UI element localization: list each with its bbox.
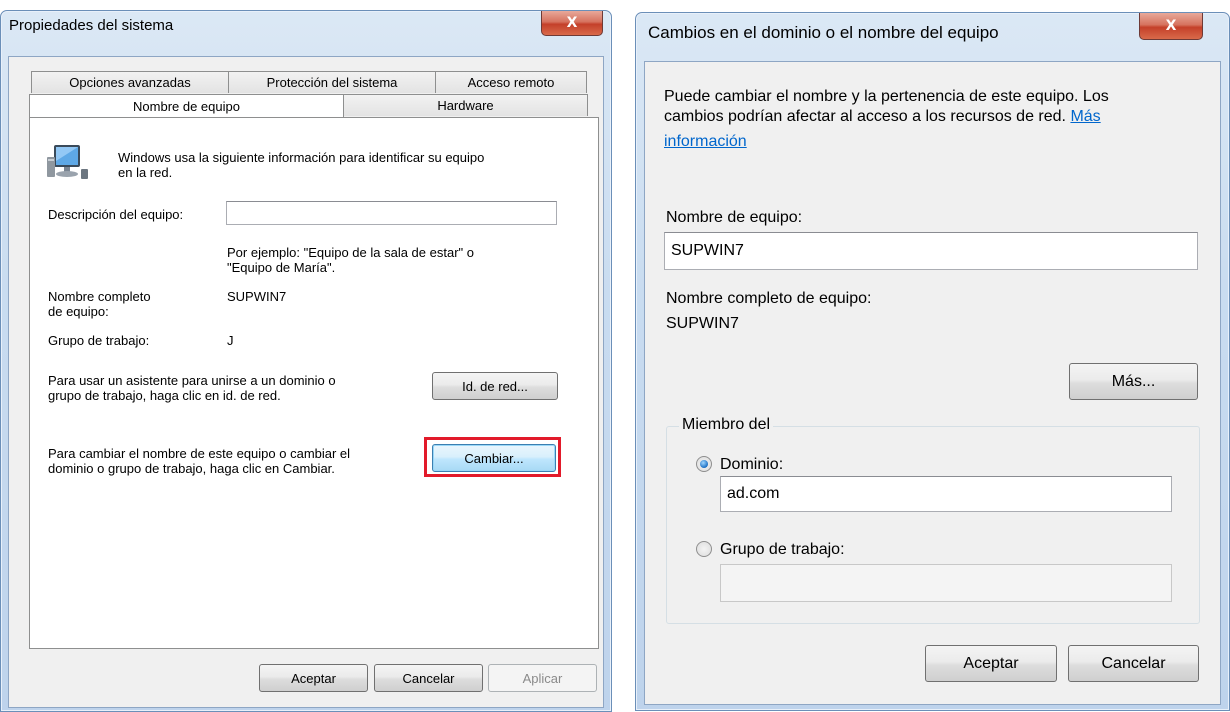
domain-radio-label[interactable]: Dominio:: [720, 455, 783, 474]
right-intro-line2: cambios podrían afectar al acceso a los …: [664, 107, 1101, 126]
apply-button-label: Aplicar: [522, 670, 563, 686]
workgroup-radio-label[interactable]: Grupo de trabajo:: [720, 540, 845, 559]
ok-button[interactable]: Aceptar: [259, 664, 368, 692]
tab-system-protection[interactable]: Protección del sistema: [228, 71, 436, 93]
close-icon: X: [566, 15, 578, 31]
tab-system-protection-label: Protección del sistema: [266, 75, 398, 90]
fullname-label-line2: de equipo:: [48, 304, 109, 319]
more-info-link-part1[interactable]: Más: [1070, 108, 1100, 125]
more-button[interactable]: Más...: [1069, 363, 1198, 400]
right-intro-line1: Puede cambiar el nombre y la pertenencia…: [664, 88, 1109, 105]
change-text-line2: dominio o grupo de trabajo, haga clic en…: [48, 461, 335, 476]
fullname-value: SUPWIN7: [227, 289, 287, 304]
full-name-label: Nombre completo de equipo:: [666, 290, 872, 307]
close-icon: X: [1165, 18, 1177, 34]
tab-computer-name-label: Nombre de equipo: [133, 98, 240, 114]
network-id-button[interactable]: Id. de red...: [432, 372, 558, 400]
network-id-button-label: Id. de red...: [462, 378, 528, 394]
change-name-close-button[interactable]: X: [1139, 13, 1203, 40]
change-text-line1: Para cambiar el nombre de este equipo o …: [48, 446, 351, 461]
computer-network-icon: [47, 145, 88, 179]
tab-remote-access-label: Acceso remoto: [467, 75, 555, 90]
computer-name-label: Nombre de equipo:: [666, 209, 803, 226]
more-button-label: Más...: [1111, 372, 1156, 390]
network-id-text-line1: Para usar un asistente para unirse a un …: [48, 373, 336, 388]
tab-advanced-options-label: Opciones avanzadas: [69, 75, 191, 90]
computer-name-input-value: SUPWIN7: [671, 242, 744, 259]
tab-hardware-label: Hardware: [437, 98, 494, 113]
change-name-titlebar[interactable]: Cambios en el dominio o el nombre del eq…: [636, 13, 1229, 43]
system-properties-titlebar[interactable]: Propiedades del sistema X: [1, 11, 611, 41]
system-properties-close-button[interactable]: X: [541, 11, 603, 36]
intro-text-line1: Windows usa la siguiente información par…: [118, 150, 485, 165]
tab-hardware[interactable]: Hardware: [343, 94, 588, 116]
domain-radio[interactable]: [696, 456, 712, 472]
fullname-label-line1: Nombre completo: [48, 289, 151, 304]
system-properties-title: Propiedades del sistema: [9, 17, 174, 34]
domain-input-value: ad.com: [727, 485, 780, 502]
domain-input[interactable]: ad.com: [720, 476, 1172, 512]
right-ok-button[interactable]: Aceptar: [925, 645, 1057, 682]
computer-name-input[interactable]: SUPWIN7: [664, 232, 1198, 270]
ok-button-label: Aceptar: [291, 670, 336, 686]
domain-radio-selected-dot: [700, 460, 708, 468]
tab-advanced-options[interactable]: Opciones avanzadas: [31, 71, 229, 93]
example-text-line2: "Equipo de María".: [227, 260, 336, 275]
workgroup-input[interactable]: [720, 564, 1172, 602]
description-input[interactable]: [226, 201, 557, 225]
right-intro-line2-text: cambios podrían afectar al acceso a los …: [664, 108, 1066, 125]
cancel-button[interactable]: Cancelar: [374, 664, 483, 692]
full-name-value: SUPWIN7: [666, 315, 739, 332]
member-of-label: Miembro del: [679, 416, 774, 434]
apply-button[interactable]: Aplicar: [488, 664, 597, 692]
change-button[interactable]: Cambiar...: [432, 444, 556, 472]
description-label: Descripción del equipo:: [48, 207, 184, 222]
tab-remote-access[interactable]: Acceso remoto: [435, 71, 587, 93]
tab-computer-name[interactable]: Nombre de equipo: [29, 94, 344, 117]
cancel-button-label: Cancelar: [402, 670, 455, 686]
workgroup-label: Grupo de trabajo:: [48, 333, 150, 348]
right-cancel-button-label: Cancelar: [1101, 654, 1166, 672]
example-text-line1: Por ejemplo: "Equipo de la sala de estar…: [227, 245, 474, 260]
intro-text-line2: en la red.: [118, 165, 173, 180]
more-info-link-part2[interactable]: información: [664, 132, 747, 151]
change-name-title: Cambios en el dominio o el nombre del eq…: [648, 23, 999, 42]
workgroup-value: J: [227, 333, 234, 348]
right-cancel-button[interactable]: Cancelar: [1068, 645, 1199, 682]
change-button-label: Cambiar...: [464, 450, 524, 466]
right-ok-button-label: Aceptar: [963, 654, 1019, 672]
network-id-text-line2: grupo de trabajo, haga clic en id. de re…: [48, 388, 281, 403]
workgroup-radio[interactable]: [696, 541, 712, 557]
